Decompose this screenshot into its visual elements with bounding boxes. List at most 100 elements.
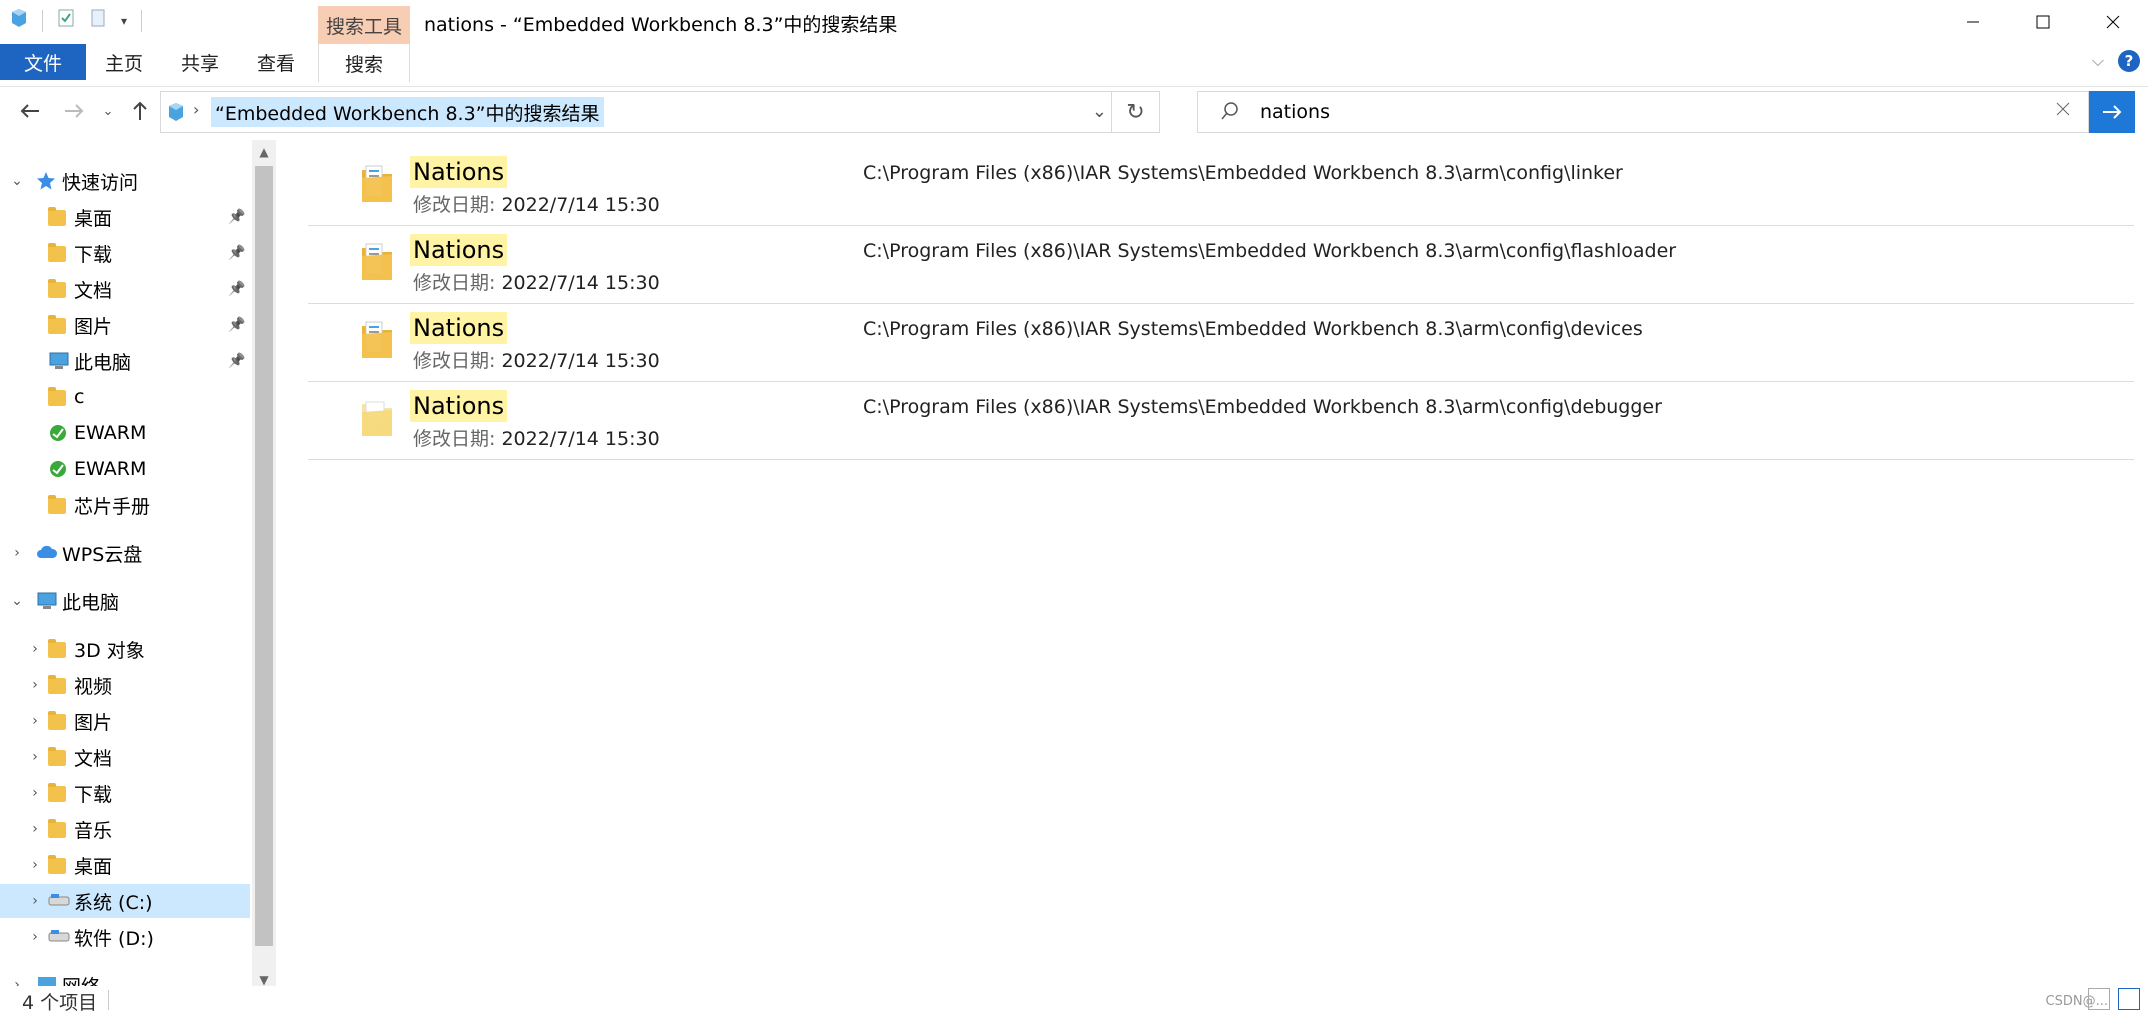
- address-text[interactable]: “Embedded Workbench 8.3”中的搜索结果: [211, 97, 604, 127]
- tree-item[interactable]: › 软件 (D:): [0, 920, 250, 954]
- result-name[interactable]: Nations: [410, 312, 508, 344]
- status-bar: 4 个项目 CSDN@...: [0, 986, 2148, 1016]
- chevron-right-icon[interactable]: ›: [28, 857, 42, 873]
- result-date: 修改日期: 2022/7/14 15:30: [413, 424, 660, 451]
- search-box[interactable]: nations: [1197, 91, 2089, 133]
- chevron-right-icon[interactable]: ›: [28, 929, 42, 945]
- refresh-button[interactable]: ↻: [1111, 92, 1159, 132]
- tree-item-label: 桌面: [74, 855, 113, 878]
- qat-dropdown-icon[interactable]: ▾: [121, 14, 127, 28]
- forward-button[interactable]: [58, 95, 90, 127]
- result-name[interactable]: Nations: [410, 156, 508, 188]
- close-button[interactable]: [2078, 0, 2148, 44]
- tree-item[interactable]: EWARM: [0, 416, 250, 450]
- result-row[interactable]: Nations 修改日期: 2022/7/14 15:30 C:\Program F…: [308, 304, 2134, 382]
- pin-icon: 📌: [228, 317, 246, 333]
- up-button[interactable]: [126, 95, 154, 127]
- tree-item[interactable]: ⌄ 快速访问: [0, 164, 250, 198]
- tree-item[interactable]: › 视频: [0, 668, 250, 702]
- recent-locations-dropdown[interactable]: ⌄: [98, 95, 118, 127]
- title-bar: ▾ 搜索工具 nations - “Embedded Workbench 8.3…: [0, 0, 2148, 44]
- tab-search[interactable]: 搜索: [318, 44, 410, 82]
- scroll-thumb[interactable]: [255, 166, 273, 946]
- tree-item[interactable]: 此电脑 📌: [0, 344, 250, 378]
- large-icons-view-icon[interactable]: [2118, 988, 2140, 1010]
- minimize-button[interactable]: [1938, 0, 2008, 44]
- tree-item[interactable]: › 桌面: [0, 848, 250, 882]
- result-date: 修改日期: 2022/7/14 15:30: [413, 268, 660, 295]
- details-view-icon[interactable]: [2088, 988, 2110, 1010]
- folder-icon: [360, 318, 394, 360]
- folder-icon: [360, 162, 394, 204]
- chevron-right-icon[interactable]: ›: [10, 545, 24, 561]
- tree-item[interactable]: › 图片: [0, 704, 250, 738]
- pictures-folder-icon: [48, 315, 68, 335]
- result-row[interactable]: Nations 修改日期: 2022/7/14 15:30 C:\Program F…: [308, 148, 2134, 226]
- tree-item[interactable]: 桌面 📌: [0, 200, 250, 234]
- result-path: C:\Program Files (x86)\IAR Systems\Embed…: [863, 240, 1677, 262]
- tab-share[interactable]: 共享: [172, 44, 228, 80]
- help-icon[interactable]: ?: [2118, 50, 2140, 72]
- tree-item[interactable]: ⌄ 此电脑: [0, 584, 250, 618]
- quick-access-toolbar: ▾: [10, 8, 143, 33]
- result-row[interactable]: Nations 修改日期: 2022/7/14 15:30 C:\Program F…: [308, 382, 2134, 460]
- chevron-right-icon[interactable]: ›: [28, 821, 42, 837]
- computer-icon: [36, 591, 57, 611]
- address-bar[interactable]: › “Embedded Workbench 8.3”中的搜索结果 ⌄ ↻: [160, 91, 1160, 133]
- search-icon: [1220, 101, 1240, 126]
- tree-item[interactable]: c: [0, 380, 250, 414]
- tree-item[interactable]: 文档 📌: [0, 272, 250, 306]
- maximize-button[interactable]: [2008, 0, 2078, 44]
- date-value: 2022/7/14 15:30: [501, 272, 660, 294]
- tab-view[interactable]: 查看: [248, 44, 304, 80]
- tree-item-label: 文档: [74, 747, 113, 770]
- tree-item-label: 文档: [74, 279, 113, 302]
- chevron-down-icon[interactable]: ⌄: [10, 173, 24, 189]
- chevron-right-icon[interactable]: ›: [28, 785, 42, 801]
- chevron-right-icon[interactable]: ›: [28, 893, 42, 909]
- chevron-right-icon[interactable]: ›: [28, 749, 42, 765]
- tree-item-label: 芯片手册: [74, 495, 151, 518]
- download-folder-icon: [48, 783, 68, 803]
- result-name[interactable]: Nations: [410, 234, 508, 266]
- date-value: 2022/7/14 15:30: [501, 428, 660, 450]
- result-row[interactable]: Nations 修改日期: 2022/7/14 15:30 C:\Program F…: [308, 226, 2134, 304]
- chevron-right-icon[interactable]: ›: [28, 677, 42, 693]
- qat-separator-2: [141, 9, 143, 32]
- tree-item[interactable]: › WPS云盘: [0, 536, 250, 570]
- search-location-icon: [167, 102, 185, 127]
- back-button[interactable]: [14, 95, 46, 127]
- tree-item[interactable]: 图片 📌: [0, 308, 250, 342]
- ribbon-expand-chevron-icon[interactable]: ⌵: [2092, 51, 2104, 71]
- tree-item[interactable]: › 系统 (C:): [0, 884, 250, 918]
- chevron-right-icon[interactable]: ›: [28, 713, 42, 729]
- pin-icon: 📌: [228, 281, 246, 297]
- clear-search-button[interactable]: [2054, 100, 2072, 123]
- new-folder-icon[interactable]: [89, 8, 107, 33]
- tab-file[interactable]: 文件: [0, 44, 86, 80]
- properties-icon[interactable]: [57, 8, 75, 33]
- tree-item[interactable]: 芯片手册: [0, 488, 250, 522]
- scroll-up-icon[interactable]: ▲: [252, 140, 276, 164]
- chevron-right-icon[interactable]: ›: [28, 641, 42, 657]
- result-name[interactable]: Nations: [410, 390, 508, 422]
- arrow-up-icon: [133, 101, 147, 120]
- tree-item[interactable]: EWARM: [0, 452, 250, 486]
- search-input[interactable]: nations: [1260, 101, 1330, 123]
- tree-item[interactable]: › 3D 对象: [0, 632, 250, 666]
- explorer-app-icon[interactable]: [10, 8, 28, 33]
- address-dropdown-icon[interactable]: ⌄: [1092, 101, 1107, 122]
- breadcrumb-chevron-icon[interactable]: ›: [193, 100, 199, 119]
- status-separator: [108, 990, 109, 1010]
- tree-item[interactable]: › 音乐: [0, 812, 250, 846]
- chevron-down-icon[interactable]: ⌄: [10, 593, 24, 609]
- tree-item[interactable]: 下载 📌: [0, 236, 250, 270]
- search-go-button[interactable]: [2089, 91, 2135, 133]
- date-label: 修改日期:: [413, 194, 496, 216]
- nav-scrollbar[interactable]: ▲ ▼: [252, 140, 276, 992]
- tree-item[interactable]: › 下载: [0, 776, 250, 810]
- tab-home[interactable]: 主页: [96, 44, 152, 80]
- tree-item[interactable]: › 文档: [0, 740, 250, 774]
- folder-icon: [48, 387, 68, 407]
- tree-item-label: 快速访问: [62, 171, 139, 194]
